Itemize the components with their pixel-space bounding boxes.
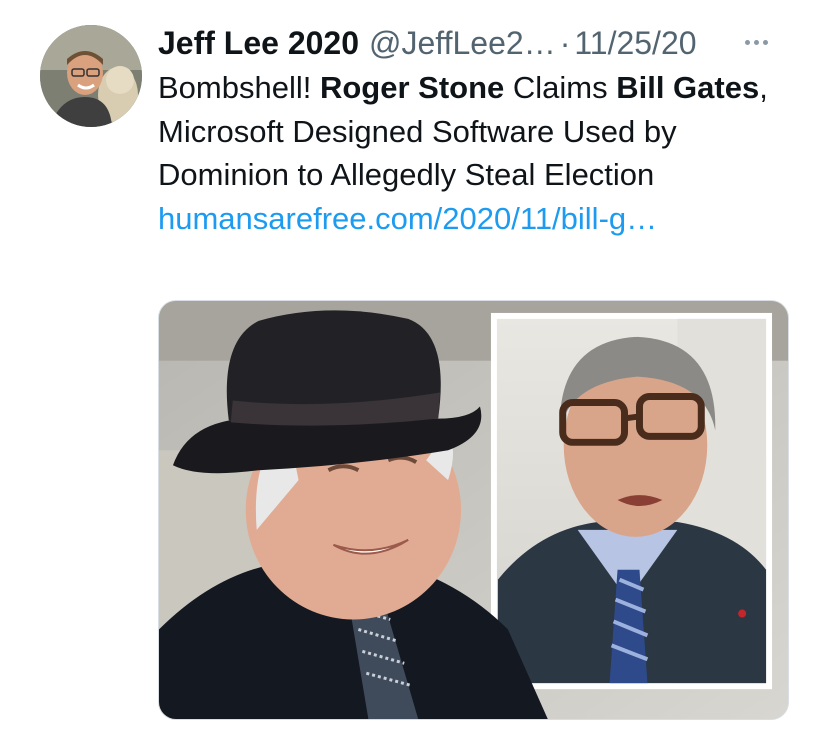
author-handle[interactable]: @JeffLee2… (369, 25, 556, 62)
header-separator: · (559, 24, 571, 61)
tweet-media-image[interactable] (158, 300, 789, 720)
text-part-1: Bombshell! (158, 70, 320, 105)
ellipsis-icon[interactable] (736, 30, 776, 54)
author-avatar[interactable] (40, 25, 142, 127)
avatar-photo-icon (40, 25, 142, 127)
tweet-link[interactable]: humansarefree.com/2020/11/bill-g… (158, 201, 657, 236)
tweet-text: Bombshell! Roger Stone Claims Bill Gates… (158, 66, 768, 240)
news-photo-icon (159, 301, 788, 719)
tweet-date[interactable]: 11/25/20 (574, 25, 696, 62)
text-bold-roger-stone: Roger Stone (319, 70, 505, 105)
text-part-2: Claims (504, 70, 617, 105)
tweet-header: Jeff Lee 2020 @JeffLee2… · 11/25/20 (158, 22, 788, 64)
author-display-name[interactable]: Jeff Lee 2020 (158, 25, 359, 62)
text-bold-bill-gates: Bill Gates (616, 70, 760, 105)
tweet-card[interactable]: Jeff Lee 2020 @JeffLee2… · 11/25/20 Bomb… (0, 0, 828, 736)
